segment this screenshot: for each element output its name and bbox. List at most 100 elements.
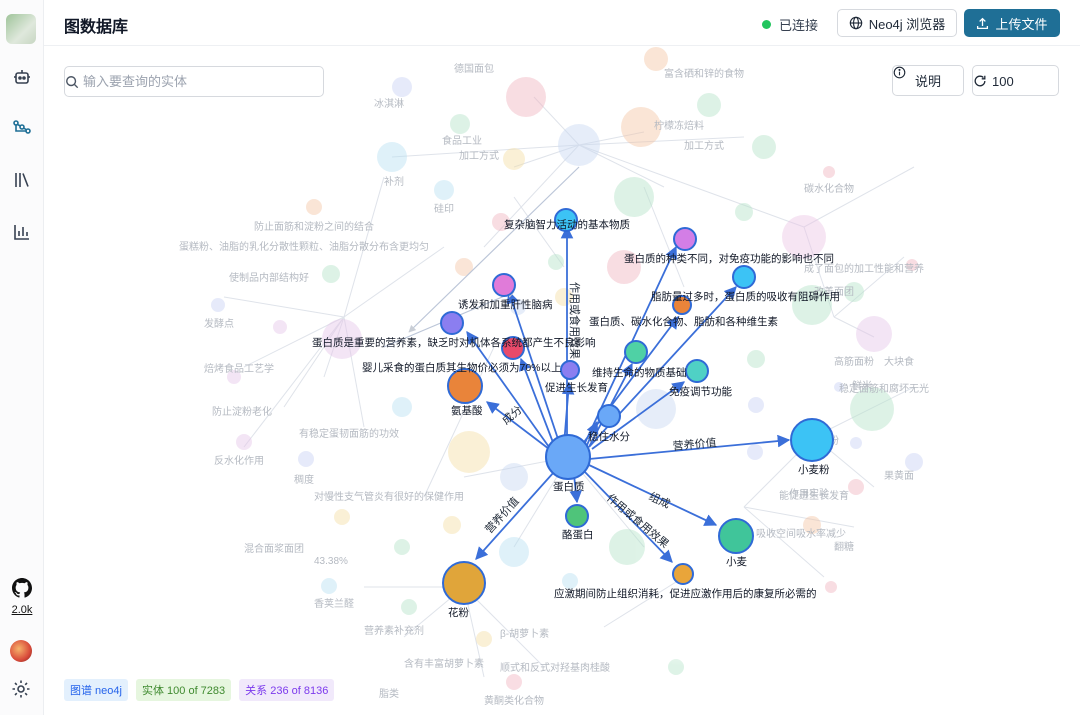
svg-text:对慢性支气管炎有很好的保健作用: 对慢性支气管炎有很好的保健作用 xyxy=(314,490,464,503)
info-label: 说明 xyxy=(914,74,941,89)
svg-text:黄酮类化合物: 黄酮类化合物 xyxy=(484,694,544,707)
svg-text:香荚兰醛: 香荚兰醛 xyxy=(314,597,354,610)
node-immune-types xyxy=(673,227,697,251)
svg-text:德国面包: 德国面包 xyxy=(454,62,494,75)
gear-icon[interactable] xyxy=(11,679,31,699)
svg-text:有稳定蛋韧面筋的功效: 有稳定蛋韧面筋的功效 xyxy=(299,427,399,440)
svg-text:加工方式: 加工方式 xyxy=(684,139,724,152)
refresh-icon[interactable] xyxy=(973,74,987,88)
node-wheat xyxy=(718,518,754,554)
github-icon xyxy=(12,578,32,598)
node-label-wheat: 小麦 xyxy=(726,556,747,568)
node-immune-diff xyxy=(732,265,756,289)
graph-badge: 图谱 neo4j xyxy=(64,679,128,701)
svg-text:柠檬冻焙料: 柠檬冻焙料 xyxy=(654,119,704,132)
sidebar-item-stats[interactable] xyxy=(0,218,44,246)
graph-icon xyxy=(13,120,31,134)
svg-text:冰淇淋: 冰淇淋 xyxy=(374,97,404,110)
node-water-retention xyxy=(597,404,621,428)
app-logo[interactable] xyxy=(6,14,36,44)
node-important-nutrient xyxy=(440,311,464,335)
node-stress-recovery xyxy=(672,563,694,585)
node-limit-field[interactable]: 100 xyxy=(972,65,1059,96)
svg-text:碳水化合物: 碳水化合物 xyxy=(804,182,854,195)
connection-status: 已连接 xyxy=(762,15,818,34)
sidebar-item-graph[interactable] xyxy=(0,113,44,141)
svg-text:混合面浆面团: 混合面浆面团 xyxy=(244,542,304,555)
svg-text:脂类: 脂类 xyxy=(379,687,399,700)
github-stars: 2.0k xyxy=(11,604,33,616)
svg-text:富含硒和锌的食物: 富含硒和锌的食物 xyxy=(664,67,744,80)
node-label-water: 稳住水分 xyxy=(588,430,630,443)
svg-text:防止淀粉老化: 防止淀粉老化 xyxy=(212,405,272,418)
top-header: 图数据库 已连接 Neo4j 浏览器 上传文件 xyxy=(44,0,1080,46)
library-icon xyxy=(15,173,29,187)
upload-icon xyxy=(977,17,989,29)
svg-text:吸收空间吸水率减少: 吸收空间吸水率减少 xyxy=(756,527,846,540)
node-liver-disease xyxy=(492,273,516,297)
search-icon[interactable] xyxy=(65,75,79,89)
node-label-macro: 蛋白质、碳水化合物、脂肪和各种维生素 xyxy=(589,315,778,328)
node-label-life: 维持生命的物质基础 xyxy=(592,366,687,379)
svg-text:蛋糕粉、油脂的乳化分散性颗粒、油脂分散分布含更均匀: 蛋糕粉、油脂的乳化分散性颗粒、油脂分散分布含更均匀 xyxy=(179,240,429,253)
svg-text:加工方式: 加工方式 xyxy=(459,149,499,162)
node-life-basis xyxy=(624,340,648,364)
limit-value[interactable]: 100 xyxy=(992,74,1014,89)
bar-chart-icon xyxy=(14,225,29,240)
node-label-pollen: 花粉 xyxy=(448,606,469,619)
stats-badges: 图谱 neo4j 实体 100 of 7283 关系 236 of 8136 xyxy=(64,679,335,701)
globe-icon xyxy=(849,16,862,30)
node-immune-regulation xyxy=(685,359,709,383)
svg-text:焙烤食品工艺学: 焙烤食品工艺学 xyxy=(204,362,274,375)
neo4j-browser-button[interactable]: Neo4j 浏览器 xyxy=(837,9,957,37)
svg-text:防止面筋和淀粉之间的结合: 防止面筋和淀粉之间的结合 xyxy=(254,220,374,233)
node-label-growth: 促进生长发育 xyxy=(545,381,608,394)
robot-icon xyxy=(14,70,30,84)
graph-svg[interactable]: 德国面包冰淇淋食品工业 加工方式 富含硒和锌的食物柠檬冻焙料 加工方式补剂硅印 防… xyxy=(44,47,1080,715)
upload-file-button[interactable]: 上传文件 xyxy=(964,9,1060,37)
svg-text:补剂: 补剂 xyxy=(384,175,404,188)
search-input[interactable] xyxy=(65,67,285,96)
svg-text:食品工业: 食品工业 xyxy=(442,134,482,147)
status-text: 已连接 xyxy=(779,18,819,33)
canvas-glow xyxy=(614,607,784,667)
node-protein-center xyxy=(545,434,591,480)
svg-text:硅印: 硅印 xyxy=(434,202,454,215)
node-casein xyxy=(565,504,589,528)
upload-file-label: 上传文件 xyxy=(995,16,1048,32)
node-label-liver: 诱发和加重肝性脑病 xyxy=(458,298,553,311)
node-label-immune-types: 蛋白质的种类不同，对免疫功能的影响也不同 xyxy=(624,252,834,265)
sidebar-item-robot[interactable] xyxy=(0,63,44,91)
svg-text:反水化作用: 反水化作用 xyxy=(214,454,264,467)
node-label-flour: 小麦粉 xyxy=(798,463,830,476)
relation-count-badge: 关系 236 of 8136 xyxy=(239,679,335,701)
svg-text:作用实验: 作用实验 xyxy=(789,487,829,500)
entity-search[interactable] xyxy=(64,66,324,97)
svg-text:稠度: 稠度 xyxy=(294,473,314,486)
edge-label-nutrition: 营养价值 xyxy=(672,435,717,453)
graph-canvas[interactable]: 德国面包冰淇淋食品工业 加工方式 富含硒和锌的食物柠檬冻焙料 加工方式补剂硅印 防… xyxy=(44,47,1080,715)
node-wheat-flour xyxy=(790,418,834,462)
info-button[interactable]: 说明 xyxy=(892,65,964,96)
app-root: 2.0k 图数据库 已连接 Neo4j 浏览器 上传文件 德国面包 冰淇淋 食品… xyxy=(0,0,1080,715)
page-title: 图数据库 xyxy=(64,19,129,36)
node-label-stress: 应激期间防止组织消耗，促进应激作用后的康复所必需的 xyxy=(554,587,817,600)
entity-count-badge: 实体 100 of 7283 xyxy=(135,679,232,701)
sidebar-item-library[interactable] xyxy=(0,166,44,194)
svg-text:翻糖: 翻糖 xyxy=(834,540,854,553)
svg-text:含有丰富胡萝卜素: 含有丰富胡萝卜素 xyxy=(404,657,484,670)
sidebar: 2.0k xyxy=(0,0,44,715)
node-amino-acid xyxy=(447,368,483,404)
node-label-amino: 氨基酸 xyxy=(451,404,483,417)
user-avatar[interactable] xyxy=(10,640,32,662)
svg-text:使制品内部结构好: 使制品内部结构好 xyxy=(229,271,309,284)
github-link[interactable]: 2.0k xyxy=(0,578,44,618)
svg-text:高筋面粉: 高筋面粉 xyxy=(834,355,874,368)
node-label-protein: 蛋白质 xyxy=(553,480,585,493)
neo4j-browser-label: Neo4j 浏览器 xyxy=(868,16,946,32)
node-infant-protein xyxy=(560,360,580,380)
node-pollen xyxy=(442,561,486,605)
svg-text:发酵点: 发酵点 xyxy=(204,317,234,330)
node-label-important: 蛋白质是重要的营养素，缺乏时对机体各系统都产生不良影响 xyxy=(312,336,596,349)
svg-text:果黄面: 果黄面 xyxy=(884,469,914,482)
